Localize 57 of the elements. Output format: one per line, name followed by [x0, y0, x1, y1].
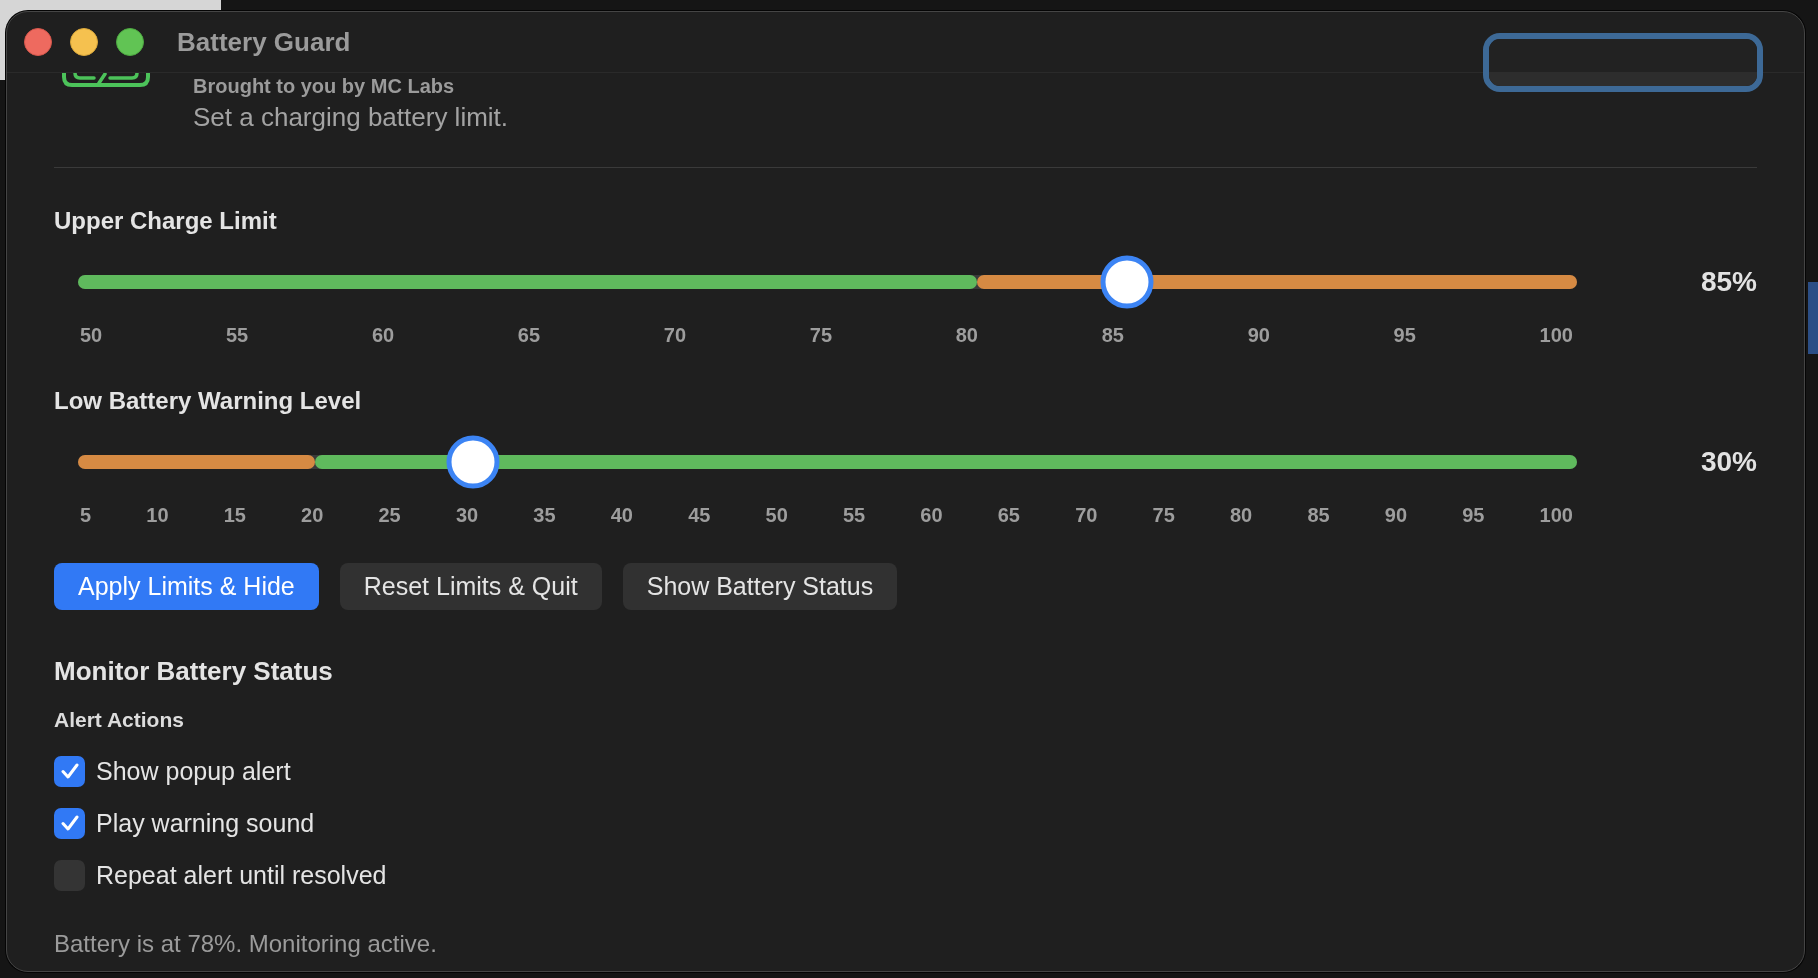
- subtitle-text: Set a charging battery limit.: [193, 102, 509, 132]
- tick-label: 70: [1075, 503, 1098, 527]
- tick-label: 80: [955, 323, 978, 347]
- tick-label: 90: [1247, 323, 1270, 347]
- slider-label: Upper Charge Limit: [54, 207, 278, 235]
- minimize-button[interactable]: [70, 28, 98, 56]
- text-field[interactable]: [1483, 33, 1763, 92]
- tick-label: 10: [146, 503, 169, 527]
- checkmark-icon: [60, 763, 79, 779]
- tick-label: 40: [610, 503, 633, 527]
- background-window-edge: [1808, 282, 1818, 354]
- status-text: Battery is at 78%. Monitoring active.: [54, 930, 438, 958]
- checkbox[interactable]: [54, 755, 85, 787]
- tick-label: 15: [223, 503, 246, 527]
- tick-label: 75: [809, 323, 832, 347]
- tick-label: 100: [1539, 323, 1573, 347]
- tick-label: 20: [301, 503, 324, 527]
- action-button[interactable]: Reset Limits & Quit: [339, 563, 602, 610]
- tick-label: 55: [225, 323, 249, 347]
- slider-label: Low Battery Warning Level: [54, 387, 363, 415]
- tick-label: 25: [378, 503, 401, 527]
- checkmark-icon: [60, 815, 79, 831]
- tick-label: 95: [1393, 323, 1416, 347]
- checkbox[interactable]: [54, 807, 85, 839]
- slider-value: 30%: [1699, 445, 1757, 478]
- tick-label: 100: [1539, 503, 1573, 527]
- checkbox-label: Play warning sound: [96, 808, 315, 838]
- window-title: Battery Guard: [177, 26, 351, 58]
- action-button[interactable]: Show Battery Status: [622, 563, 898, 610]
- section-heading: Monitor Battery Status: [54, 656, 334, 686]
- tick-label: 95: [1462, 503, 1485, 527]
- tick-label: 50: [80, 323, 103, 347]
- close-button[interactable]: [24, 28, 52, 56]
- checkbox-label: Show popup alert: [96, 756, 291, 786]
- tick-label: 70: [663, 323, 687, 347]
- tick-label: 5: [80, 503, 92, 527]
- tick-label: 90: [1384, 503, 1408, 527]
- tick-label: 75: [1152, 503, 1175, 527]
- tick-label: 35: [533, 503, 556, 527]
- tick-label: 80: [1229, 503, 1253, 527]
- tick-label: 60: [371, 323, 395, 347]
- byline-text: Brought to you by MC Labs: [193, 75, 456, 97]
- tick-label: 30: [455, 503, 479, 527]
- tick-label: 65: [517, 323, 541, 347]
- tick-label: 60: [920, 503, 943, 527]
- action-button[interactable]: Apply Limits & Hide: [54, 563, 319, 610]
- subsection-heading: Alert Actions: [54, 707, 185, 733]
- tick-label: 45: [688, 503, 711, 527]
- zoom-button[interactable]: [116, 28, 144, 56]
- tick-label: 85: [1307, 503, 1330, 527]
- tick-label: 65: [997, 503, 1020, 527]
- checkbox-label: Repeat alert until resolved: [96, 860, 387, 890]
- tick-label: 55: [842, 503, 866, 527]
- tick-label: 50: [765, 503, 788, 527]
- slider-value: 85%: [1699, 265, 1757, 298]
- battery-logo-icon: [62, 73, 150, 87]
- tick-label: 85: [1101, 323, 1124, 347]
